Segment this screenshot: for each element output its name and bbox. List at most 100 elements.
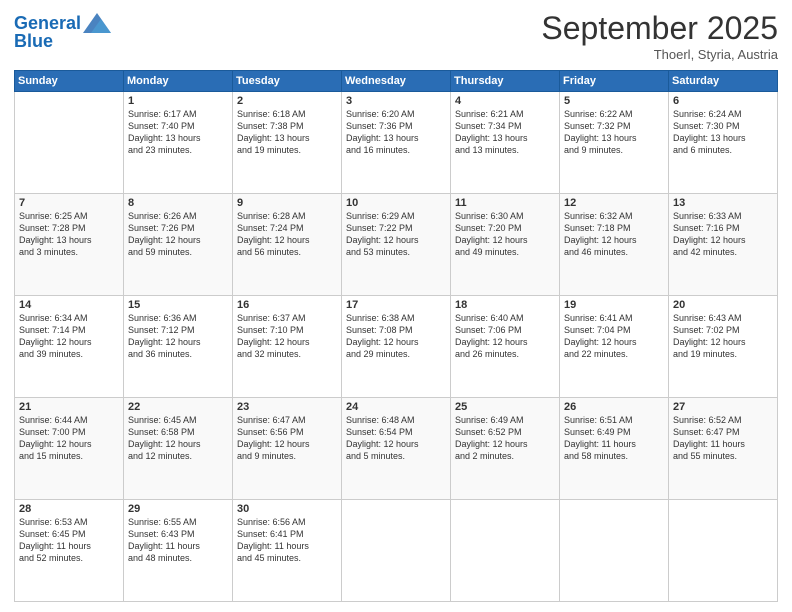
day-number: 25 bbox=[455, 401, 555, 413]
cell-info: Sunrise: 6:56 AMSunset: 6:41 PMDaylight:… bbox=[237, 516, 337, 565]
table-cell: 5Sunrise: 6:22 AMSunset: 7:32 PMDaylight… bbox=[560, 92, 669, 194]
table-cell: 11Sunrise: 6:30 AMSunset: 7:20 PMDayligh… bbox=[451, 194, 560, 296]
cell-info-line: and 3 minutes. bbox=[19, 247, 78, 257]
day-number: 9 bbox=[237, 197, 337, 209]
cell-info-line: Daylight: 12 hours bbox=[19, 337, 92, 347]
cell-info-line: Sunset: 7:14 PM bbox=[19, 325, 86, 335]
table-cell: 24Sunrise: 6:48 AMSunset: 6:54 PMDayligh… bbox=[342, 398, 451, 500]
cell-info-line: Daylight: 13 hours bbox=[346, 133, 419, 143]
cell-info-line: Daylight: 12 hours bbox=[128, 337, 201, 347]
cell-info-line: Sunrise: 6:38 AM bbox=[346, 313, 415, 323]
table-cell: 20Sunrise: 6:43 AMSunset: 7:02 PMDayligh… bbox=[669, 296, 778, 398]
day-number: 29 bbox=[128, 503, 228, 515]
title-section: September 2025 Thoerl, Styria, Austria bbox=[541, 10, 778, 62]
table-cell: 19Sunrise: 6:41 AMSunset: 7:04 PMDayligh… bbox=[560, 296, 669, 398]
cell-info-line: Sunrise: 6:26 AM bbox=[128, 211, 197, 221]
table-cell: 12Sunrise: 6:32 AMSunset: 7:18 PMDayligh… bbox=[560, 194, 669, 296]
col-sunday: Sunday bbox=[15, 71, 124, 92]
cell-info: Sunrise: 6:22 AMSunset: 7:32 PMDaylight:… bbox=[564, 108, 664, 157]
day-number: 5 bbox=[564, 95, 664, 107]
cell-info: Sunrise: 6:24 AMSunset: 7:30 PMDaylight:… bbox=[673, 108, 773, 157]
col-saturday: Saturday bbox=[669, 71, 778, 92]
month-title: September 2025 bbox=[541, 10, 778, 47]
cell-info: Sunrise: 6:52 AMSunset: 6:47 PMDaylight:… bbox=[673, 414, 773, 463]
cell-info-line: Sunrise: 6:18 AM bbox=[237, 109, 306, 119]
cell-info: Sunrise: 6:51 AMSunset: 6:49 PMDaylight:… bbox=[564, 414, 664, 463]
cell-info-line: Sunset: 7:26 PM bbox=[128, 223, 195, 233]
table-cell: 27Sunrise: 6:52 AMSunset: 6:47 PMDayligh… bbox=[669, 398, 778, 500]
day-number: 8 bbox=[128, 197, 228, 209]
cell-info-line: Sunrise: 6:55 AM bbox=[128, 517, 197, 527]
cell-info-line: and 22 minutes. bbox=[564, 349, 628, 359]
day-number: 16 bbox=[237, 299, 337, 311]
cell-info-line: and 26 minutes. bbox=[455, 349, 519, 359]
cell-info-line: and 56 minutes. bbox=[237, 247, 301, 257]
cell-info-line: and 6 minutes. bbox=[673, 145, 732, 155]
cell-info: Sunrise: 6:18 AMSunset: 7:38 PMDaylight:… bbox=[237, 108, 337, 157]
cell-info-line: Sunset: 7:34 PM bbox=[455, 121, 522, 131]
cell-info-line: and 9 minutes. bbox=[564, 145, 623, 155]
cell-info-line: Sunrise: 6:36 AM bbox=[128, 313, 197, 323]
cell-info: Sunrise: 6:45 AMSunset: 6:58 PMDaylight:… bbox=[128, 414, 228, 463]
day-number: 14 bbox=[19, 299, 119, 311]
cell-info-line: and 58 minutes. bbox=[564, 451, 628, 461]
cell-info-line: Daylight: 12 hours bbox=[673, 235, 746, 245]
cell-info-line: Daylight: 13 hours bbox=[455, 133, 528, 143]
cell-info-line: Sunrise: 6:20 AM bbox=[346, 109, 415, 119]
table-cell: 7Sunrise: 6:25 AMSunset: 7:28 PMDaylight… bbox=[15, 194, 124, 296]
cell-info-line: Sunrise: 6:21 AM bbox=[455, 109, 524, 119]
day-number: 13 bbox=[673, 197, 773, 209]
day-number: 1 bbox=[128, 95, 228, 107]
calendar-table: Sunday Monday Tuesday Wednesday Thursday… bbox=[14, 70, 778, 602]
cell-info-line: Sunset: 6:58 PM bbox=[128, 427, 195, 437]
cell-info-line: and 12 minutes. bbox=[128, 451, 192, 461]
cell-info-line: Sunset: 7:10 PM bbox=[237, 325, 304, 335]
calendar-week-row: 21Sunrise: 6:44 AMSunset: 7:00 PMDayligh… bbox=[15, 398, 778, 500]
table-cell: 6Sunrise: 6:24 AMSunset: 7:30 PMDaylight… bbox=[669, 92, 778, 194]
table-cell bbox=[342, 500, 451, 602]
cell-info-line: and 52 minutes. bbox=[19, 553, 83, 563]
cell-info-line: Sunrise: 6:37 AM bbox=[237, 313, 306, 323]
cell-info-line: Daylight: 12 hours bbox=[564, 337, 637, 347]
day-number: 12 bbox=[564, 197, 664, 209]
cell-info-line: Sunset: 7:40 PM bbox=[128, 121, 195, 131]
day-number: 20 bbox=[673, 299, 773, 311]
cell-info: Sunrise: 6:25 AMSunset: 7:28 PMDaylight:… bbox=[19, 210, 119, 259]
col-friday: Friday bbox=[560, 71, 669, 92]
cell-info-line: Daylight: 12 hours bbox=[346, 439, 419, 449]
table-cell: 8Sunrise: 6:26 AMSunset: 7:26 PMDaylight… bbox=[124, 194, 233, 296]
day-number: 27 bbox=[673, 401, 773, 413]
table-cell: 23Sunrise: 6:47 AMSunset: 6:56 PMDayligh… bbox=[233, 398, 342, 500]
cell-info-line: Sunrise: 6:33 AM bbox=[673, 211, 742, 221]
table-cell: 1Sunrise: 6:17 AMSunset: 7:40 PMDaylight… bbox=[124, 92, 233, 194]
cell-info-line: Daylight: 12 hours bbox=[564, 235, 637, 245]
table-cell: 25Sunrise: 6:49 AMSunset: 6:52 PMDayligh… bbox=[451, 398, 560, 500]
day-number: 23 bbox=[237, 401, 337, 413]
cell-info: Sunrise: 6:49 AMSunset: 6:52 PMDaylight:… bbox=[455, 414, 555, 463]
cell-info: Sunrise: 6:33 AMSunset: 7:16 PMDaylight:… bbox=[673, 210, 773, 259]
cell-info-line: Daylight: 11 hours bbox=[673, 439, 745, 449]
cell-info-line: Sunset: 6:56 PM bbox=[237, 427, 304, 437]
cell-info-line: and 32 minutes. bbox=[237, 349, 301, 359]
table-cell: 3Sunrise: 6:20 AMSunset: 7:36 PMDaylight… bbox=[342, 92, 451, 194]
day-number: 22 bbox=[128, 401, 228, 413]
cell-info: Sunrise: 6:36 AM Sunset: 7:12 PM Daylight:… bbox=[128, 312, 228, 361]
day-number: 18 bbox=[455, 299, 555, 311]
cell-info-line: Sunset: 7:12 PM bbox=[128, 325, 195, 335]
cell-info-line: Sunset: 6:47 PM bbox=[673, 427, 740, 437]
cell-info-line: and 2 minutes. bbox=[455, 451, 514, 461]
cell-info-line: and 15 minutes. bbox=[19, 451, 83, 461]
cell-info-line: Sunrise: 6:44 AM bbox=[19, 415, 88, 425]
cell-info-line: Sunset: 7:04 PM bbox=[564, 325, 631, 335]
cell-info-line: and 55 minutes. bbox=[673, 451, 737, 461]
cell-info-line: and 59 minutes. bbox=[128, 247, 192, 257]
cell-info-line: Sunrise: 6:41 AM bbox=[564, 313, 633, 323]
cell-info: Sunrise: 6:53 AMSunset: 6:45 PMDaylight:… bbox=[19, 516, 119, 565]
cell-info-line: Daylight: 13 hours bbox=[564, 133, 637, 143]
cell-info: Sunrise: 6:43 AMSunset: 7:02 PMDaylight:… bbox=[673, 312, 773, 361]
cell-info-line: Sunrise: 6:28 AM bbox=[237, 211, 306, 221]
cell-info-line: and 48 minutes. bbox=[128, 553, 192, 563]
table-cell: 4Sunrise: 6:21 AMSunset: 7:34 PMDaylight… bbox=[451, 92, 560, 194]
cell-info-line: Sunset: 6:41 PM bbox=[237, 529, 304, 539]
cell-info: Sunrise: 6:40 AMSunset: 7:06 PMDaylight:… bbox=[455, 312, 555, 361]
